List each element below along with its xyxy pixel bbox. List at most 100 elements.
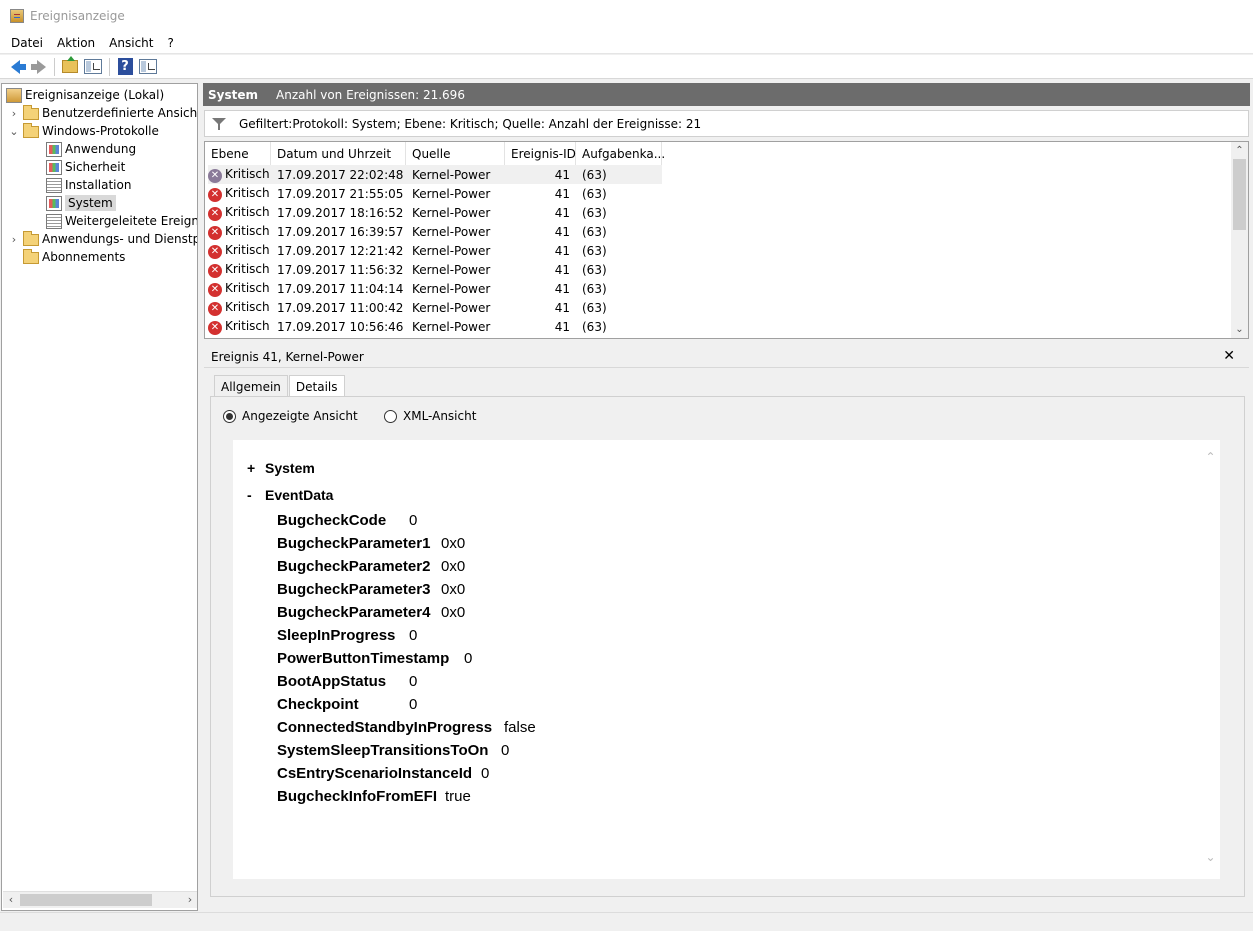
cell-level: ✕ Kritisch [208, 243, 271, 259]
navigation-tree[interactable]: Ereignisanzeige (Lokal) › Benutzerdefini… [1, 83, 198, 911]
grid-vertical-scrollbar[interactable]: ⌃ ⌄ [1231, 142, 1248, 338]
column-header-source[interactable]: Quelle [406, 142, 505, 166]
tab-details[interactable]: Details [288, 375, 345, 397]
tree-item-subscriptions[interactable]: Abonnements [23, 248, 125, 266]
cell-task-category: (63) [582, 319, 607, 334]
table-row[interactable]: ✕ Kritisch 17.09.2017 11:56:32 Kernel-Pow… [208, 260, 662, 279]
cell-task-category: (63) [582, 262, 607, 277]
back-button[interactable] [4, 57, 26, 77]
help-icon: ? [117, 58, 133, 75]
column-header-date[interactable]: Datum und Uhrzeit [271, 142, 406, 166]
close-icon[interactable]: ✕ [1223, 348, 1235, 364]
table-row[interactable]: ✕ Kritisch 17.09.2017 12:21:42 Kernel-Pow… [208, 241, 662, 260]
radio-unselected-icon[interactable] [384, 409, 397, 423]
radio-selected-icon[interactable] [223, 409, 236, 423]
menu-datei[interactable]: Datei [4, 36, 50, 50]
show-hide-tree-button[interactable] [82, 57, 104, 77]
cell-task-category: (63) [582, 167, 607, 182]
up-button[interactable] [59, 56, 81, 77]
field-name: BugcheckInfoFromEFI [277, 788, 438, 805]
tree-item-application[interactable]: Anwendung [46, 140, 136, 158]
scroll-down-icon[interactable]: ⌄ [1232, 322, 1247, 337]
friendly-view-content: + System - EventData BugcheckCode 0 Bugch… [232, 439, 1221, 880]
table-row[interactable]: ✕ Kritisch 17.09.2017 11:04:14 Kernel-Pow… [208, 279, 662, 298]
filter-bar: Gefiltert:Protokoll: System; Ebene: Krit… [204, 110, 1249, 137]
window-title: Ereignisanzeige [30, 9, 125, 23]
scrollbar-thumb[interactable] [1233, 159, 1246, 230]
cell-event-id: 41 [554, 262, 570, 277]
tab-general[interactable]: Allgemein [214, 375, 288, 397]
cell-task-category: (63) [582, 300, 607, 315]
show-hide-action-button[interactable] [137, 57, 159, 77]
error-icon: ✕ [208, 301, 222, 316]
event-grid[interactable]: Ebene Datum und Uhrzeit Quelle Ereignis-… [204, 141, 1249, 339]
tree-item-custom-views[interactable]: › Benutzerdefinierte Ansichten [8, 104, 197, 122]
forward-arrow-icon [30, 59, 46, 74]
field-row: PowerButtonTimestamp 0 [277, 650, 472, 667]
toolbar-separator [109, 57, 110, 76]
column-header-event-id[interactable]: Ereignis-ID [505, 142, 576, 166]
table-row[interactable]: ✕ Kritisch 17.09.2017 11:00:42 Kernel-Pow… [208, 298, 662, 317]
forward-button[interactable] [27, 57, 49, 77]
details-vertical-scrollbar[interactable]: ⌃ ⌄ [1201, 440, 1220, 879]
column-header-task-category[interactable]: Aufgabenka... [576, 142, 665, 166]
expand-icon[interactable]: + [247, 460, 265, 476]
menu-ansicht[interactable]: Ansicht [102, 36, 160, 50]
tree-item-security[interactable]: Sicherheit [46, 158, 125, 176]
chevron-right-icon[interactable]: › [8, 107, 20, 120]
scrollbar-thumb[interactable] [20, 894, 152, 906]
cell-event-id: 41 [554, 319, 570, 334]
cell-task-category: (63) [582, 281, 607, 296]
tree-item-setup[interactable]: Installation [46, 176, 131, 194]
table-row[interactable]: ✕ Kritisch 17.09.2017 16:39:57 Kernel-Pow… [208, 222, 662, 241]
cell-event-id: 41 [554, 300, 570, 315]
scroll-right-icon[interactable]: › [183, 893, 197, 907]
tree-item-root[interactable]: Ereignisanzeige (Lokal) [6, 86, 164, 104]
cell-date: 17.09.2017 22:02:48 [277, 167, 404, 182]
tree-item-system[interactable]: System [46, 194, 116, 212]
section-eventdata[interactable]: - EventData [247, 487, 333, 503]
log-icon [46, 213, 62, 229]
cell-task-category: (63) [582, 186, 607, 201]
radio-xml-view[interactable]: XML-Ansicht [384, 409, 476, 423]
cell-date: 17.09.2017 12:21:42 [277, 243, 404, 258]
tree-item-forwarded-events[interactable]: Weitergeleitete Ereignisse [46, 212, 197, 230]
field-value: 0 [409, 696, 418, 713]
chevron-right-icon[interactable]: › [8, 233, 20, 246]
chevron-down-icon[interactable]: ⌄ [8, 125, 20, 138]
radio-friendly-view[interactable]: Angezeigte Ansicht [223, 409, 358, 423]
menu-aktion[interactable]: Aktion [50, 36, 102, 50]
tree-horizontal-scrollbar[interactable]: ‹ › [3, 891, 197, 908]
error-icon: ✕ [208, 206, 222, 221]
cell-date: 17.09.2017 11:56:32 [277, 262, 404, 277]
error-icon: ✕ [208, 225, 222, 240]
error-icon: ✕ [208, 168, 222, 183]
scroll-down-icon[interactable]: ⌄ [1203, 850, 1218, 865]
tree-item-windows-logs[interactable]: ⌄ Windows-Protokolle [8, 122, 159, 140]
menu-help[interactable]: ? [160, 36, 180, 50]
cell-date: 17.09.2017 10:56:46 [277, 319, 404, 334]
field-value: true [445, 788, 471, 805]
table-row[interactable]: ✕ Kritisch 17.09.2017 10:56:46 Kernel-Pow… [208, 317, 662, 336]
section-system[interactable]: + System [247, 460, 315, 476]
column-header-level[interactable]: Ebene [205, 142, 271, 166]
tree-item-app-services-logs[interactable]: › Anwendungs- und Dienstprotokolle [8, 230, 197, 248]
cell-date: 17.09.2017 16:39:57 [277, 224, 404, 239]
help-button[interactable]: ? [114, 57, 136, 77]
table-row[interactable]: ✕ Kritisch 17.09.2017 22:02:48 Kernel-Pow… [208, 165, 662, 184]
cell-source: Kernel-Power [412, 167, 491, 182]
scroll-up-icon[interactable]: ⌃ [1203, 450, 1218, 465]
cell-source: Kernel-Power [412, 224, 491, 239]
scroll-left-icon[interactable]: ‹ [4, 893, 18, 907]
field-row: BugcheckCode 0 [277, 512, 417, 529]
folder-icon [23, 105, 39, 120]
table-row[interactable]: ✕ Kritisch 17.09.2017 21:55:05 Kernel-Pow… [208, 184, 662, 203]
cell-event-id: 41 [554, 224, 570, 239]
filter-text: Gefiltert:Protokoll: System; Ebene: Krit… [239, 116, 702, 131]
up-folder-icon [62, 56, 78, 73]
scroll-up-icon[interactable]: ⌃ [1232, 143, 1247, 158]
collapse-icon[interactable]: - [247, 487, 265, 503]
table-row[interactable]: ✕ Kritisch 17.09.2017 18:16:52 Kernel-Pow… [208, 203, 662, 222]
toolbar-separator [54, 57, 55, 76]
field-name: BootAppStatus [277, 673, 387, 690]
